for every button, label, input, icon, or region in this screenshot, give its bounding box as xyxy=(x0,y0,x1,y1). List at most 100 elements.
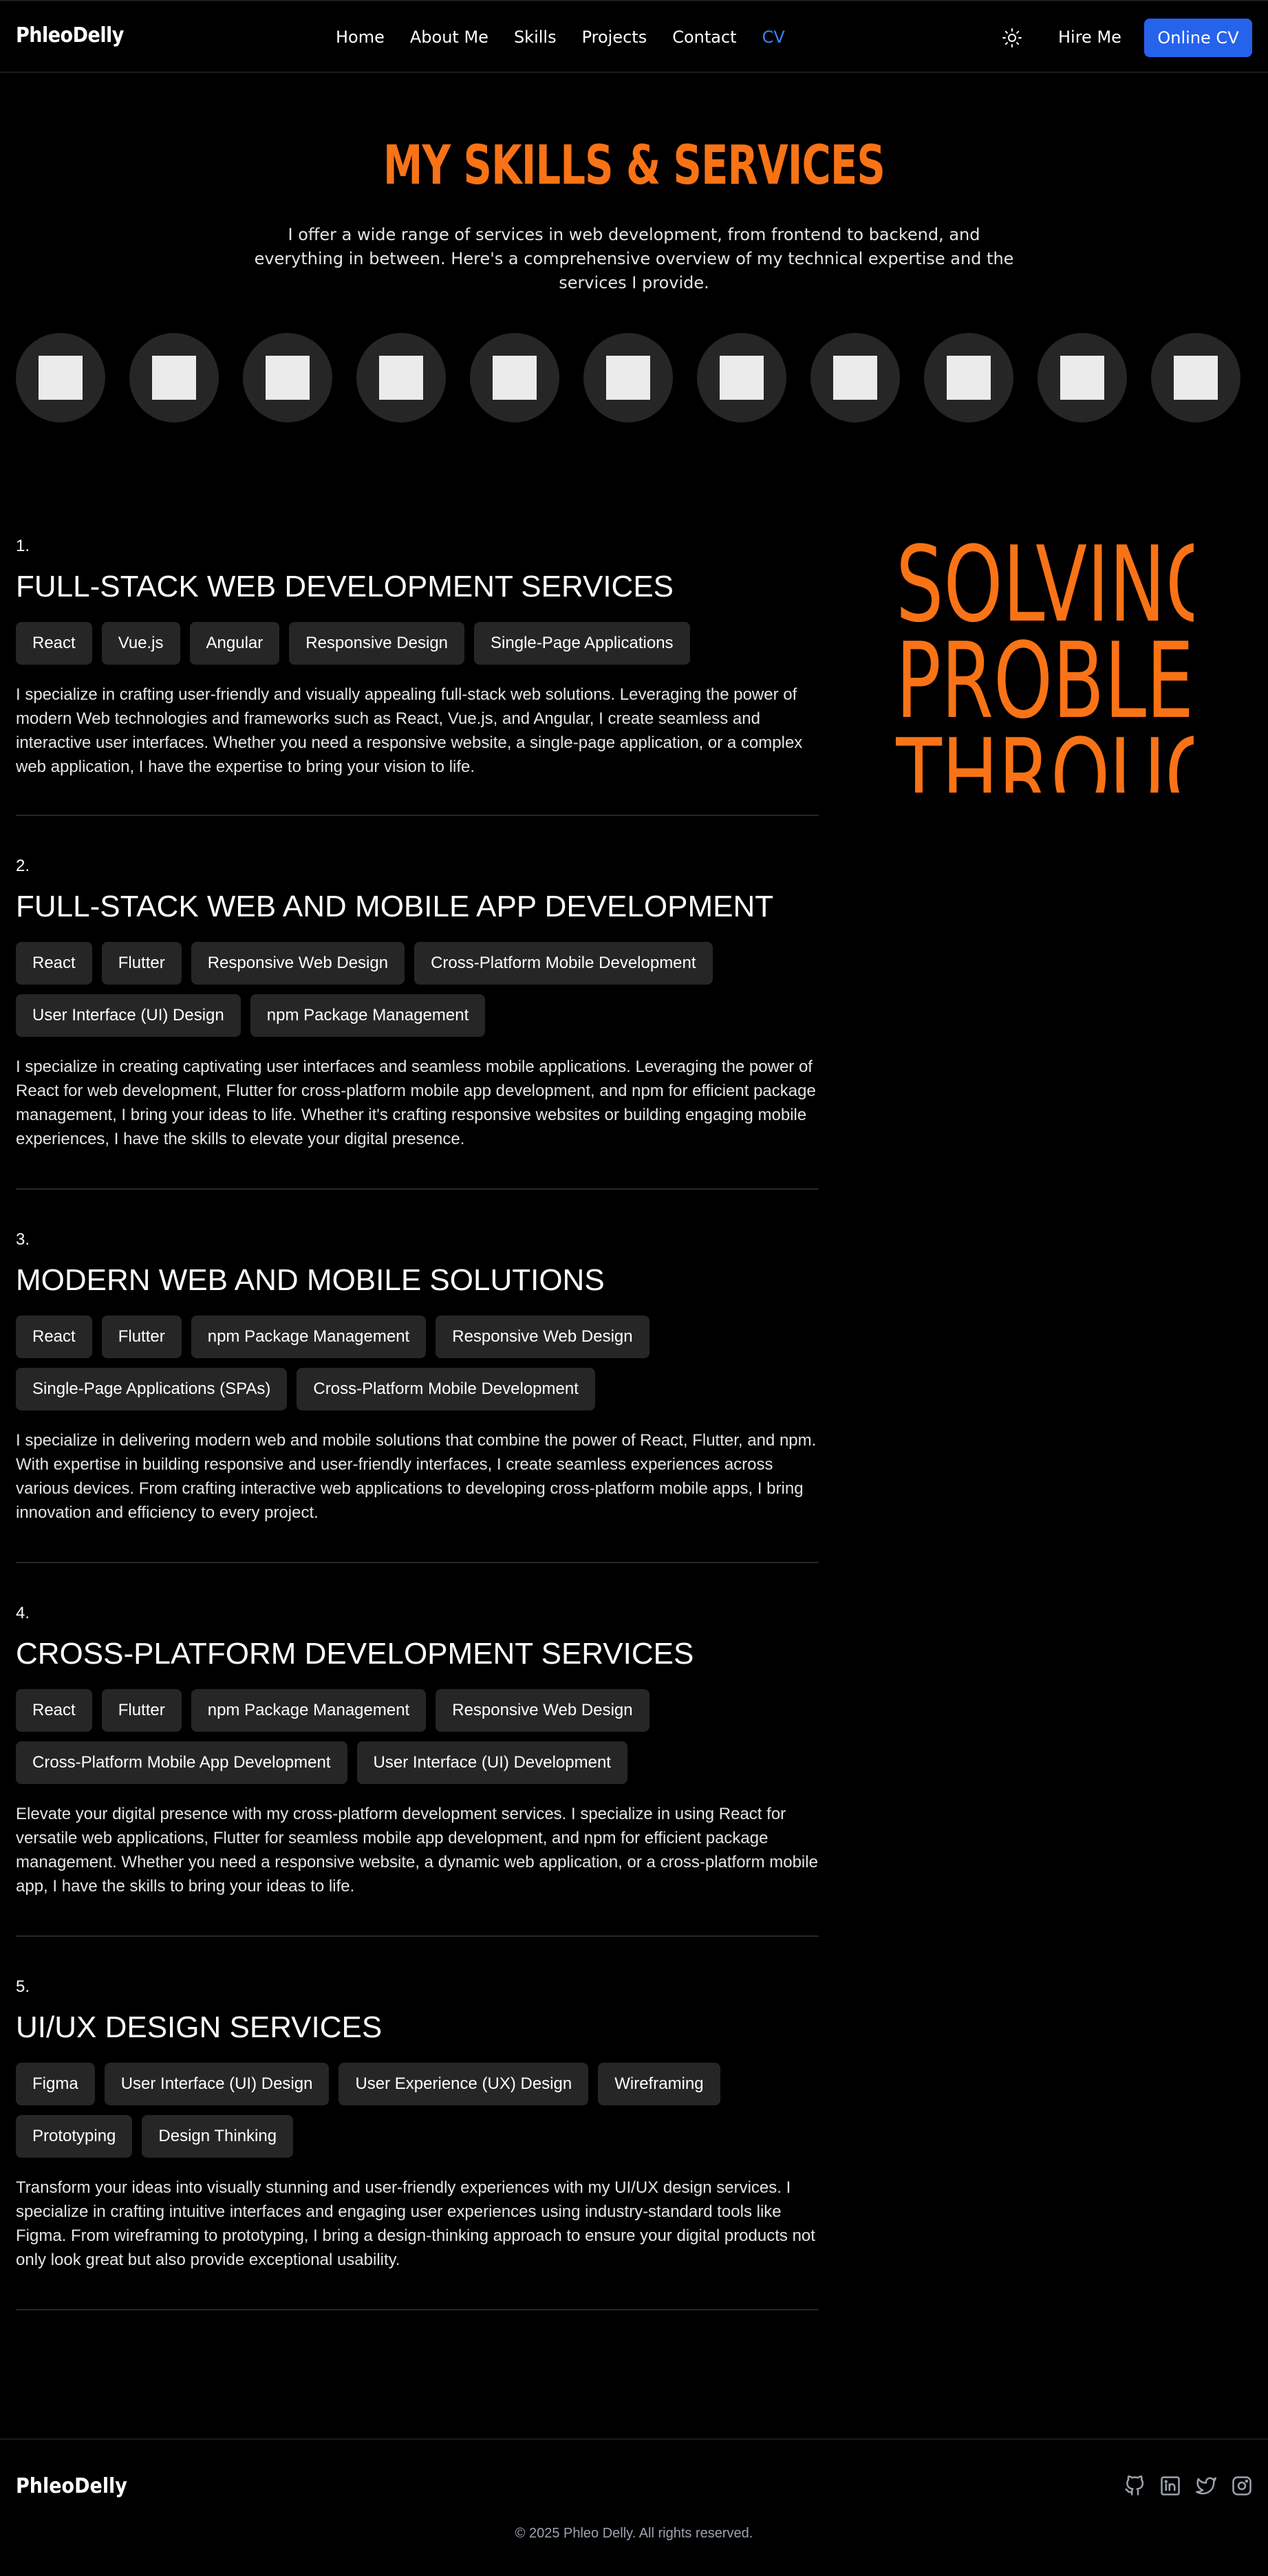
service-tags: Figma User Interface (UI) Design User Ex… xyxy=(16,2063,819,2158)
linkedin-icon[interactable] xyxy=(1160,2476,1181,2496)
skill-image-placeholder xyxy=(266,356,310,400)
tag-chip: Prototyping xyxy=(16,2115,133,2158)
nav-link-contact[interactable]: Contact xyxy=(672,28,736,47)
skill-image-placeholder xyxy=(947,356,991,400)
nav-link-home[interactable]: Home xyxy=(336,28,385,47)
tag-chip: Flutter xyxy=(101,1316,182,1358)
tag-chip: Wireframing xyxy=(598,2063,720,2105)
service-item: 5. UI/UX DESIGN SERVICES Figma User Inte… xyxy=(16,1977,819,2272)
service-description: Transform your ideas into visually stunn… xyxy=(16,2178,815,2269)
tag-chip: React xyxy=(16,622,92,665)
social-links xyxy=(1124,2475,1252,2496)
service-number: 4. xyxy=(16,1604,30,1622)
service-description: I specialize in delivering modern web an… xyxy=(16,1431,817,1522)
twitter-icon[interactable] xyxy=(1196,2476,1216,2496)
service-title: UI/UX DESIGN SERVICES xyxy=(16,2010,383,2044)
skill-icon xyxy=(1038,333,1127,422)
tag-chip: npm Package Management xyxy=(191,1689,427,1732)
service-title: MODERN WEB AND MOBILE SOLUTIONS xyxy=(16,1263,605,1297)
github-icon[interactable] xyxy=(1124,2475,1145,2496)
skill-image-placeholder xyxy=(833,356,877,400)
skill-icon xyxy=(16,333,105,422)
service-item: 2. FULL-STACK WEB AND MOBILE APP DEVELOP… xyxy=(16,857,819,1151)
skill-icon xyxy=(356,333,446,422)
skill-icon xyxy=(810,333,900,422)
skill-image-placeholder xyxy=(606,356,650,400)
skill-image-placeholder xyxy=(39,356,83,400)
tag-chip: User Interface (UI) Design xyxy=(16,994,241,1037)
skill-icon xyxy=(583,333,673,422)
skill-image-placeholder xyxy=(493,356,537,400)
service-tags: React Vue.js Angular Responsive Design S… xyxy=(16,622,819,665)
tag-chip: User Interface (UI) Design xyxy=(104,2063,330,2105)
divider xyxy=(16,2309,819,2310)
hire-me-button[interactable]: Hire Me xyxy=(1058,28,1121,47)
nav-link-cv[interactable]: CV xyxy=(762,28,785,47)
skill-icon xyxy=(470,333,559,422)
tag-chip: Responsive Web Design xyxy=(191,942,405,985)
divider xyxy=(16,1188,819,1190)
tag-chip: React xyxy=(16,1689,92,1732)
tag-chip: User Interface (UI) Development xyxy=(356,1741,627,1784)
nav-link-skills[interactable]: Skills xyxy=(514,28,557,47)
nav-link-about[interactable]: About Me xyxy=(410,28,488,47)
footer-divider xyxy=(0,2438,1268,2440)
skill-icon xyxy=(697,333,786,422)
tag-chip: npm Package Management xyxy=(250,994,486,1037)
side-headline-line: PROBLEMS xyxy=(896,620,1194,742)
service-number: 5. xyxy=(16,1977,30,1996)
service-number: 3. xyxy=(16,1230,30,1249)
page-subtitle: I offer a wide range of services in web … xyxy=(254,225,1014,292)
tag-chip: React xyxy=(16,942,92,985)
service-title: FULL-STACK WEB AND MOBILE APP DEVELOPMEN… xyxy=(16,890,774,923)
service-item: 4. CROSS-PLATFORM DEVELOPMENT SERVICES R… xyxy=(16,1604,819,1898)
tag-chip: Responsive Web Design xyxy=(436,1689,649,1732)
divider xyxy=(16,1562,819,1563)
service-tags: React Flutter npm Package Management Res… xyxy=(16,1316,819,1410)
skill-image-placeholder xyxy=(379,356,423,400)
service-description: Elevate your digital presence with my cr… xyxy=(16,1805,818,1896)
instagram-icon[interactable] xyxy=(1232,2476,1252,2496)
tag-chip: Vue.js xyxy=(101,622,180,665)
skill-image-placeholder xyxy=(1174,356,1218,400)
service-number: 2. xyxy=(16,857,30,875)
sun-icon[interactable] xyxy=(1002,28,1022,48)
tag-chip: Single-Page Applications (SPAs) xyxy=(16,1368,288,1410)
tag-chip: Angular xyxy=(189,622,280,665)
skill-icon xyxy=(1151,333,1240,422)
service-tags: React Flutter npm Package Management Res… xyxy=(16,1689,819,1784)
site-logo[interactable]: PhleoDelly xyxy=(16,23,124,47)
tag-chip: Cross-Platform Mobile Development xyxy=(414,942,713,985)
skill-icon xyxy=(129,333,219,422)
skill-image-placeholder xyxy=(1060,356,1104,400)
tag-chip: npm Package Management xyxy=(191,1316,427,1358)
tag-chip: Single-Page Applications xyxy=(474,622,690,665)
page-title: MY SKILLS & SERVICES xyxy=(383,135,885,197)
skill-image-placeholder xyxy=(152,356,196,400)
tag-chip: Responsive Web Design xyxy=(436,1316,649,1358)
tag-chip: Cross-Platform Mobile Development xyxy=(297,1368,595,1410)
skill-image-placeholder xyxy=(720,356,764,400)
copyright-text: © 2025 Phleo Delly. All rights reserved. xyxy=(515,2526,753,2541)
tag-chip: Flutter xyxy=(101,942,182,985)
tag-chip: Responsive Design xyxy=(289,622,465,665)
side-headline-line: SOLVING xyxy=(896,537,1194,645)
service-tags: React Flutter Responsive Web Design Cros… xyxy=(16,942,819,1037)
tag-chip: User Experience (UX) Design xyxy=(339,2063,589,2105)
tag-chip: Flutter xyxy=(101,1689,182,1732)
top-navbar: PhleoDelly Home About Me Skills Projects… xyxy=(0,0,1268,73)
main-menu: Home About Me Skills Projects Contact CV xyxy=(336,28,810,47)
footer-logo[interactable]: PhleoDelly xyxy=(16,2474,127,2498)
skill-icon xyxy=(924,333,1013,422)
tag-chip: React xyxy=(16,1316,92,1358)
service-title: FULL-STACK WEB DEVELOPMENT SERVICES xyxy=(16,570,674,603)
side-headline: SOLVING PROBLEMS THROUGH xyxy=(896,537,1194,793)
service-title: CROSS-PLATFORM DEVELOPMENT SERVICES xyxy=(16,1637,694,1671)
tag-chip: Design Thinking xyxy=(142,2115,294,2158)
online-cv-button[interactable]: Online CV xyxy=(1144,19,1252,57)
divider xyxy=(16,1935,819,1937)
nav-link-projects[interactable]: Projects xyxy=(582,28,647,47)
side-headline-line: THROUGH xyxy=(896,716,1194,793)
tag-chip: Cross-Platform Mobile App Development xyxy=(16,1741,347,1784)
service-item: 1. FULL-STACK WEB DEVELOPMENT SERVICES R… xyxy=(16,537,819,779)
